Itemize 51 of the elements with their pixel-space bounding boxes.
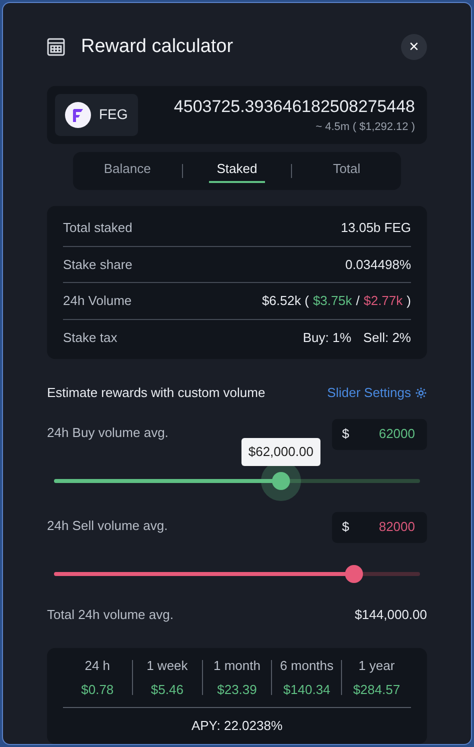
settings-icon xyxy=(415,386,427,399)
stat-label: 24h Volume xyxy=(63,292,132,310)
stat-value: Sell: 2% xyxy=(363,328,411,346)
slider-label: 24h Buy volume avg. xyxy=(47,424,168,442)
slider-thumb[interactable] xyxy=(345,564,364,582)
token-symbol: FEG xyxy=(99,105,128,124)
amount-input[interactable]: 82000 xyxy=(357,516,417,538)
currency-symbol: $ xyxy=(342,425,350,444)
reward-value: $23.39 xyxy=(216,680,258,698)
stat-label: Stake share xyxy=(63,256,132,274)
total-label: Total 24h volume avg. xyxy=(47,606,174,624)
token-selector[interactable]: FEG xyxy=(55,94,138,136)
section-label: Estimate rewards with custom volume xyxy=(47,384,266,402)
period-label: 1 week xyxy=(146,657,189,675)
slider-label: 24h Sell volume avg. xyxy=(47,516,168,535)
amount-field[interactable]: $ 62000 xyxy=(332,418,427,450)
dialog-title: Reward calculator xyxy=(81,35,234,59)
token-logo-icon xyxy=(65,102,91,128)
reward-value: $284.57 xyxy=(352,680,402,698)
slider-thumb[interactable] xyxy=(272,472,290,490)
stat-value: / xyxy=(356,292,360,310)
slider-settings-link[interactable]: Slider Settings xyxy=(327,383,427,402)
amount-input[interactable]: 62000 xyxy=(357,423,417,445)
tab[interactable]: Total xyxy=(292,156,402,186)
calculator-icon xyxy=(47,38,65,56)
token-amount: 4503725.393646182508275448 xyxy=(174,96,415,118)
close-button[interactable]: × xyxy=(401,34,427,60)
stat-value: 0.034498% xyxy=(345,256,411,274)
stat-label: Total staked xyxy=(63,219,132,237)
stat-value: $3.75k xyxy=(312,292,352,310)
stat-value: $2.77k xyxy=(364,292,403,310)
value-tooltip: $62,000.00 xyxy=(241,438,320,466)
reward-value: $5.46 xyxy=(150,680,184,698)
stat-value: Buy: 1% xyxy=(302,328,352,347)
amount-field[interactable]: $ 82000 xyxy=(332,512,427,542)
period-label: 1 year xyxy=(358,657,396,675)
stat-value: $6.52k ( xyxy=(262,292,309,310)
tab[interactable]: Staked xyxy=(182,156,292,186)
apy-value: APY: 22.0238% xyxy=(190,717,284,735)
stat-value: ) xyxy=(406,292,411,310)
period-label: 1 month xyxy=(212,657,262,675)
currency-symbol: $ xyxy=(342,518,350,536)
period-label: 24 h xyxy=(84,657,112,675)
period-label: 6 months xyxy=(279,657,335,675)
reward-value: $0.78 xyxy=(80,680,115,698)
tab[interactable]: Balance xyxy=(73,156,182,186)
total-value: $144,000.00 xyxy=(354,606,427,624)
stat-value: 13.05b FEG xyxy=(340,219,411,237)
token-value: ~ 4.5m ( $1,292.12 ) xyxy=(314,120,415,135)
stat-label: Stake tax xyxy=(63,328,118,346)
reward-value: $140.34 xyxy=(282,680,332,698)
